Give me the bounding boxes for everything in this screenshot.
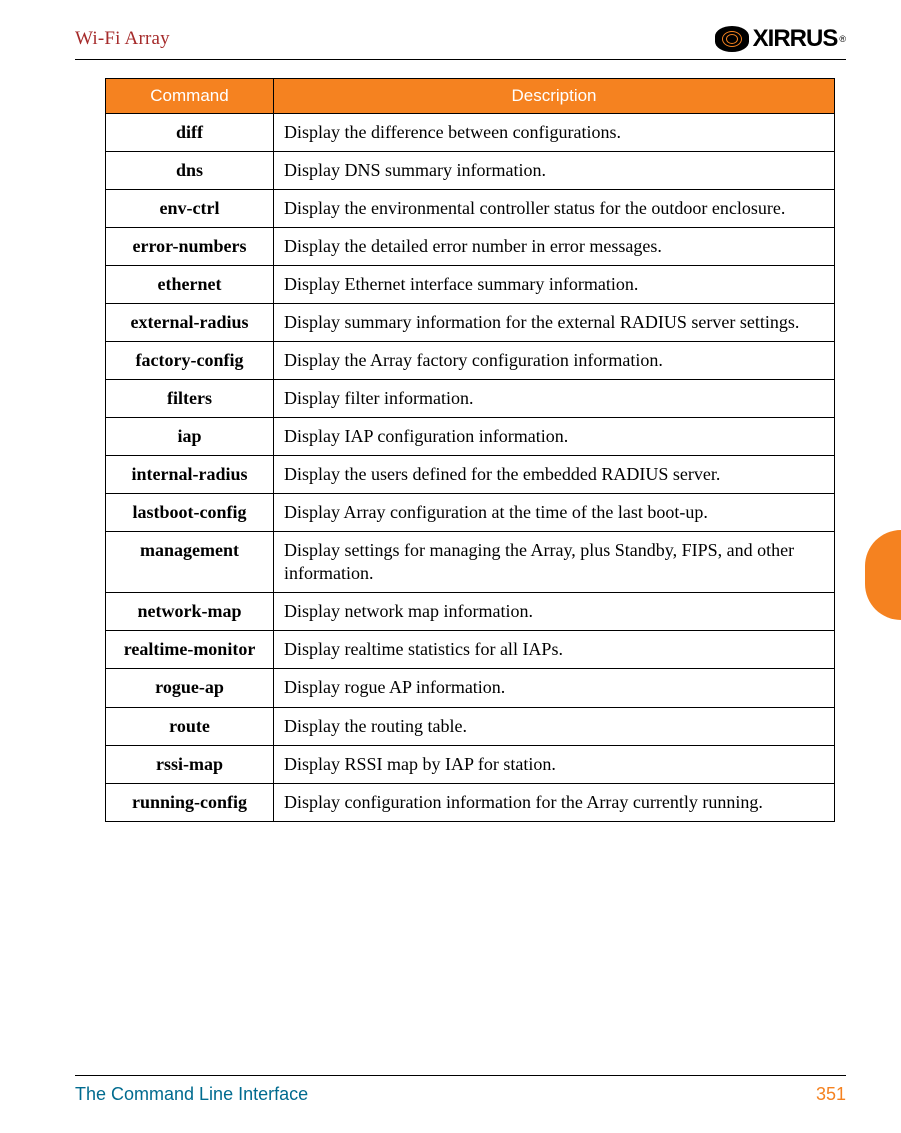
command-cell: iap xyxy=(106,418,274,456)
description-cell: Display the routing table. xyxy=(274,707,835,745)
page-header: Wi-Fi Array XIRRUS® xyxy=(75,25,846,60)
table-row: rogue-apDisplay rogue AP information. xyxy=(106,669,835,707)
registered-icon: ® xyxy=(839,34,846,44)
command-cell: ethernet xyxy=(106,266,274,304)
command-cell: running-config xyxy=(106,783,274,821)
col-command: Command xyxy=(106,79,274,114)
table-row: running-configDisplay configuration info… xyxy=(106,783,835,821)
description-cell: Display Ethernet interface summary infor… xyxy=(274,266,835,304)
description-cell: Display rogue AP information. xyxy=(274,669,835,707)
description-cell: Display configuration information for th… xyxy=(274,783,835,821)
command-cell: diff xyxy=(106,114,274,152)
command-cell: management xyxy=(106,532,274,593)
table-row: network-mapDisplay network map informati… xyxy=(106,593,835,631)
col-description: Description xyxy=(274,79,835,114)
description-cell: Display RSSI map by IAP for station. xyxy=(274,745,835,783)
command-cell: rssi-map xyxy=(106,745,274,783)
command-cell: internal-radius xyxy=(106,456,274,494)
table-row: external-radiusDisplay summary informati… xyxy=(106,304,835,342)
signal-icon xyxy=(715,26,749,52)
command-table: Command Description diffDisplay the diff… xyxy=(105,78,835,822)
command-cell: env-ctrl xyxy=(106,190,274,228)
table-row: rssi-mapDisplay RSSI map by IAP for stat… xyxy=(106,745,835,783)
description-cell: Display the detailed error number in err… xyxy=(274,228,835,266)
description-cell: Display filter information. xyxy=(274,380,835,418)
table-row: lastboot-configDisplay Array configurati… xyxy=(106,494,835,532)
command-cell: error-numbers xyxy=(106,228,274,266)
document-title: Wi-Fi Array xyxy=(75,28,170,50)
table-row: factory-configDisplay the Array factory … xyxy=(106,342,835,380)
table-row: internal-radiusDisplay the users defined… xyxy=(106,456,835,494)
table-row: diffDisplay the difference between confi… xyxy=(106,114,835,152)
command-cell: lastboot-config xyxy=(106,494,274,532)
command-cell: factory-config xyxy=(106,342,274,380)
description-cell: Display network map information. xyxy=(274,593,835,631)
command-cell: filters xyxy=(106,380,274,418)
description-cell: Display summary information for the exte… xyxy=(274,304,835,342)
table-header-row: Command Description xyxy=(106,79,835,114)
table-row: ethernetDisplay Ethernet interface summa… xyxy=(106,266,835,304)
description-cell: Display the difference between configura… xyxy=(274,114,835,152)
description-cell: Display the Array factory configuration … xyxy=(274,342,835,380)
command-cell: dns xyxy=(106,152,274,190)
footer-page-number: 351 xyxy=(816,1084,846,1105)
table-row: dnsDisplay DNS summary information. xyxy=(106,152,835,190)
command-cell: route xyxy=(106,707,274,745)
description-cell: Display the environmental controller sta… xyxy=(274,190,835,228)
table-row: error-numbersDisplay the detailed error … xyxy=(106,228,835,266)
footer-section-title: The Command Line Interface xyxy=(75,1084,308,1105)
description-cell: Display the users defined for the embedd… xyxy=(274,456,835,494)
command-cell: network-map xyxy=(106,593,274,631)
description-cell: Display DNS summary information. xyxy=(274,152,835,190)
table-row: filtersDisplay filter information. xyxy=(106,380,835,418)
command-cell: realtime-monitor xyxy=(106,631,274,669)
logo-text: XIRRUS xyxy=(753,25,838,53)
table-row: realtime-monitorDisplay realtime statist… xyxy=(106,631,835,669)
page-footer: The Command Line Interface 351 xyxy=(75,1075,846,1105)
brand-logo: XIRRUS® xyxy=(715,25,846,53)
command-cell: rogue-ap xyxy=(106,669,274,707)
description-cell: Display settings for managing the Array,… xyxy=(274,532,835,593)
command-cell: external-radius xyxy=(106,304,274,342)
description-cell: Display IAP configuration information. xyxy=(274,418,835,456)
description-cell: Display Array configuration at the time … xyxy=(274,494,835,532)
table-row: routeDisplay the routing table. xyxy=(106,707,835,745)
description-cell: Display realtime statistics for all IAPs… xyxy=(274,631,835,669)
table-row: env-ctrlDisplay the environmental contro… xyxy=(106,190,835,228)
section-tab xyxy=(865,530,901,620)
table-row: managementDisplay settings for managing … xyxy=(106,532,835,593)
table-row: iapDisplay IAP configuration information… xyxy=(106,418,835,456)
